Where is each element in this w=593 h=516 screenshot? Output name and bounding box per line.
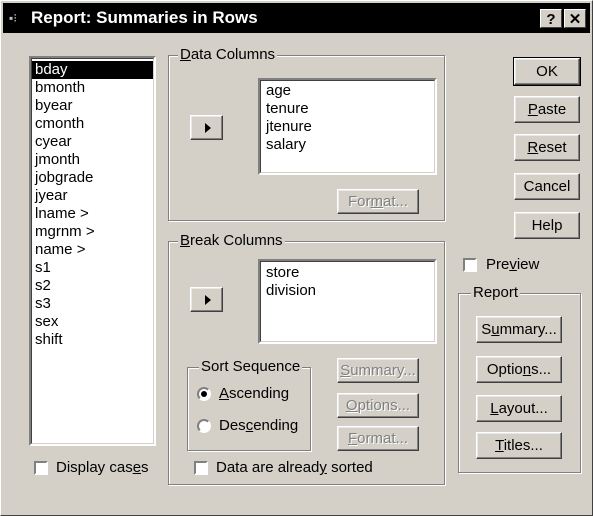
data-column-item[interactable]: jtenure bbox=[263, 118, 434, 136]
help-title-button[interactable]: ? bbox=[540, 9, 562, 28]
reset-button[interactable]: Reset bbox=[514, 134, 580, 161]
report-summary-button[interactable]: Summary... bbox=[476, 316, 562, 343]
break-options-button[interactable]: Options... bbox=[337, 393, 419, 418]
move-to-data-columns-button[interactable] bbox=[190, 115, 223, 140]
right-arrow-icon bbox=[205, 295, 211, 305]
already-sorted-checkbox[interactable] bbox=[194, 461, 208, 475]
report-titles-button[interactable]: Titles... bbox=[476, 432, 562, 459]
variable-list-item[interactable]: cyear bbox=[32, 133, 153, 151]
variable-list-item[interactable]: shift bbox=[32, 331, 153, 349]
ascending-label: Ascending bbox=[219, 385, 290, 402]
variable-list-item[interactable]: bmonth bbox=[32, 79, 153, 97]
help-button[interactable]: Help bbox=[514, 212, 580, 239]
data-column-item[interactable]: salary bbox=[263, 136, 434, 154]
sort-sequence-group bbox=[187, 367, 311, 451]
data-column-item[interactable]: age bbox=[263, 82, 434, 100]
sort-sequence-label: Sort Sequence bbox=[199, 358, 303, 375]
title-bar: ▪⁝ Report: Summaries in Rows ? ✕ bbox=[3, 3, 590, 33]
move-to-break-columns-button[interactable] bbox=[190, 287, 223, 312]
variable-list-item[interactable]: cmonth bbox=[32, 115, 153, 133]
display-cases-label: Display cases bbox=[56, 459, 149, 476]
variable-list-item[interactable]: bday bbox=[32, 61, 153, 79]
close-button[interactable]: ✕ bbox=[564, 9, 586, 28]
variable-list[interactable]: bday bmonth byear cmonth cyear jmonth jobgrade… bbox=[29, 56, 156, 446]
variable-list-item[interactable]: name > bbox=[32, 241, 153, 259]
descending-radio[interactable] bbox=[197, 419, 211, 433]
report-group-label: Report bbox=[471, 284, 521, 301]
variable-list-item[interactable]: jobgrade bbox=[32, 169, 153, 187]
variable-list-item[interactable]: sex bbox=[32, 313, 153, 331]
paste-button[interactable]: Paste bbox=[514, 96, 580, 123]
break-columns-list[interactable]: store division bbox=[258, 259, 437, 344]
break-column-item[interactable]: division bbox=[263, 282, 434, 300]
data-column-item[interactable]: tenure bbox=[263, 100, 434, 118]
right-arrow-icon bbox=[205, 123, 211, 133]
variable-list-item[interactable]: s3 bbox=[32, 295, 153, 313]
variable-list-item[interactable]: s1 bbox=[32, 259, 153, 277]
ok-button[interactable]: OK bbox=[513, 57, 581, 86]
break-column-item[interactable]: store bbox=[263, 264, 434, 282]
variable-list-item[interactable]: jmonth bbox=[32, 151, 153, 169]
already-sorted-label: Data are already sorted bbox=[216, 459, 373, 476]
break-columns-label: Break Columns bbox=[178, 232, 285, 249]
break-summary-button[interactable]: Summary... bbox=[337, 358, 419, 383]
system-menu-icon[interactable]: ▪⁝ bbox=[9, 11, 25, 25]
cancel-button[interactable]: Cancel bbox=[514, 173, 580, 200]
variable-list-item[interactable]: byear bbox=[32, 97, 153, 115]
descending-label: Descending bbox=[219, 417, 299, 434]
data-columns-list[interactable]: age tenure jtenure salary bbox=[258, 78, 437, 175]
display-cases-checkbox[interactable] bbox=[34, 461, 48, 475]
variable-list-item[interactable]: s2 bbox=[32, 277, 153, 295]
window-title: Report: Summaries in Rows bbox=[31, 8, 258, 27]
variable-list-item[interactable]: lname > bbox=[32, 205, 153, 223]
data-columns-label: Data Columns bbox=[178, 46, 278, 63]
report-dialog: ▪⁝ Report: Summaries in Rows ? ✕ bday bmo… bbox=[0, 0, 593, 516]
report-options-button[interactable]: Options... bbox=[476, 356, 562, 383]
preview-label: Preview bbox=[486, 256, 540, 273]
break-format-button[interactable]: Format... bbox=[337, 426, 419, 451]
variable-list-item[interactable]: jyear bbox=[32, 187, 153, 205]
ascending-radio[interactable] bbox=[197, 387, 211, 401]
preview-checkbox[interactable] bbox=[463, 258, 477, 272]
report-layout-button[interactable]: Layout... bbox=[476, 395, 562, 422]
variable-list-item[interactable]: mgrnm > bbox=[32, 223, 153, 241]
data-format-button[interactable]: Format... bbox=[337, 189, 419, 214]
